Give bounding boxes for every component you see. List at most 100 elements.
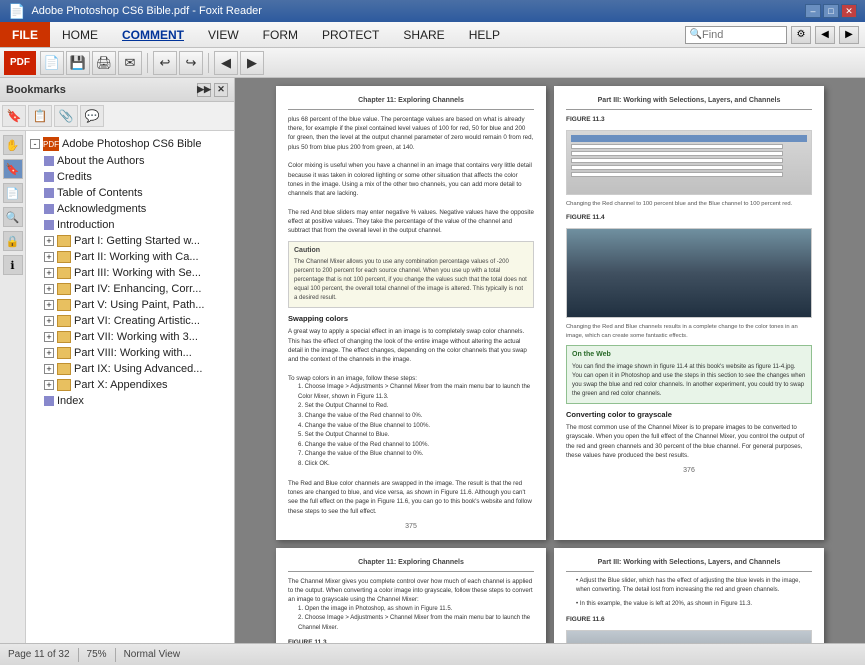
menu-comment[interactable]: COMMENT	[110, 22, 196, 47]
bookmark-expand-4[interactable]: +	[44, 284, 54, 294]
photo-image	[567, 229, 811, 317]
status-bar: Page 11 of 32 75% Normal View	[0, 643, 865, 665]
search-box[interactable]: 🔍	[685, 26, 787, 44]
left-icon-lock[interactable]: 🔒	[3, 231, 23, 251]
bookmark-label-part3: Part III: Working with Se...	[74, 267, 230, 279]
figure-caption-1: Changing the Red channel to 100 percent …	[566, 200, 812, 209]
bookmark-root-item[interactable]: - PDF Adobe Photoshop CS6 Bible	[26, 135, 234, 153]
undo-button[interactable]: ↩	[153, 51, 177, 75]
bookmark-expand-5[interactable]: +	[44, 300, 54, 310]
nav-back-button[interactable]: ◀	[815, 26, 835, 44]
bookmark-label-part4: Part IV: Enhancing, Corr...	[74, 283, 230, 295]
bookmark-part7[interactable]: + Part VII: Working with 3...	[26, 329, 234, 345]
prev-page-button[interactable]: ◀	[214, 51, 238, 75]
menu-view[interactable]: VIEW	[196, 22, 251, 47]
toolbar-separator-1	[147, 53, 148, 73]
bookmark-folder-7	[57, 331, 71, 343]
bookmark-folder-1	[57, 235, 71, 247]
left-icon-page[interactable]: 📄	[3, 183, 23, 203]
sidebar-icon-layers[interactable]: 📋	[28, 105, 52, 127]
bookmark-folder-6	[57, 315, 71, 327]
page-375-chapter-header: Chapter 11: Exploring Channels	[288, 96, 534, 110]
email-button[interactable]: ✉	[118, 51, 142, 75]
bookmark-label-part5: Part V: Using Paint, Path...	[74, 299, 230, 311]
bookmark-expand-10[interactable]: +	[44, 380, 54, 390]
bookmarks-tree: - PDF Adobe Photoshop CS6 Bible About th…	[26, 131, 234, 643]
bookmark-label-part8: Part VIII: Working with...	[74, 347, 230, 359]
bookmark-part10[interactable]: + Part X: Appendixes	[26, 377, 234, 393]
figure-title-1: FIGURE 11.3	[566, 115, 812, 125]
bookmark-index[interactable]: Index	[26, 393, 234, 409]
bookmark-part5[interactable]: + Part V: Using Paint, Path...	[26, 297, 234, 313]
page-375-body: plus 68 percent of the blue value. The p…	[288, 115, 534, 516]
print-button[interactable]: 🖨	[92, 51, 116, 75]
menu-share[interactable]: SHARE	[391, 22, 456, 47]
bookmark-about-authors[interactable]: About the Authors	[26, 153, 234, 169]
bookmark-expand-7[interactable]: +	[44, 332, 54, 342]
bookmark-label-part10: Part X: Appendixes	[74, 379, 230, 391]
steps-conclusion: The Red and Blue color channels are swap…	[288, 479, 534, 516]
search-input[interactable]	[702, 29, 782, 41]
menu-file[interactable]: FILE	[0, 22, 50, 47]
left-icon-hand[interactable]: ✋	[3, 135, 23, 155]
menu-protect[interactable]: PROTECT	[310, 22, 391, 47]
sidebar-icon-attach[interactable]: 📎	[54, 105, 78, 127]
search-settings-button[interactable]: ⚙	[791, 26, 811, 44]
step-4: 4. Change the value of the Blue channel …	[298, 422, 534, 432]
bookmark-expand-3[interactable]: +	[44, 268, 54, 278]
bookmark-part1[interactable]: + Part I: Getting Started w...	[26, 233, 234, 249]
left-icon-info[interactable]: ℹ	[3, 255, 23, 275]
figure-box-1	[566, 130, 812, 195]
bookmark-introduction[interactable]: Introduction	[26, 217, 234, 233]
figure-box-378-1	[566, 630, 812, 643]
redo-button[interactable]: ↪	[179, 51, 203, 75]
nav-forward-button[interactable]: ▶	[839, 26, 859, 44]
dialog-row-2	[571, 151, 783, 156]
menu-home[interactable]: HOME	[50, 22, 110, 47]
page-375-para2: Color mixing is useful when you have a c…	[288, 161, 534, 198]
grayscale-image	[567, 631, 811, 643]
left-icon-search[interactable]: 🔍	[3, 207, 23, 227]
app-icon: 📄	[8, 3, 25, 20]
title-bar-controls[interactable]: – □ ✕	[805, 4, 857, 18]
bookmark-expand-9[interactable]: +	[44, 364, 54, 374]
bookmark-expand-6[interactable]: +	[44, 316, 54, 326]
bookmark-part6[interactable]: + Part VI: Creating Artistic...	[26, 313, 234, 329]
left-icon-bookmark[interactable]: 🔖	[3, 159, 23, 179]
save-button[interactable]: 💾	[66, 51, 90, 75]
bookmark-credits[interactable]: Credits	[26, 169, 234, 185]
bookmark-folder-9	[57, 363, 71, 375]
sidebar-expand-button[interactable]: ▶▶	[197, 83, 211, 97]
figure-title-2: FIGURE 11.4	[566, 213, 812, 223]
new-button[interactable]: 📄	[40, 51, 64, 75]
bookmark-bullet-3	[44, 188, 54, 198]
minimize-button[interactable]: –	[805, 4, 821, 18]
figure-caption-2: Changing the Red and Blue channels resul…	[566, 323, 812, 340]
bookmark-expand-root[interactable]: -	[30, 139, 40, 149]
maximize-button[interactable]: □	[823, 4, 839, 18]
menu-help[interactable]: HELP	[457, 22, 512, 47]
menu-form[interactable]: FORM	[251, 22, 310, 47]
page-376-num: 376	[566, 466, 812, 476]
bookmark-expand-1[interactable]: +	[44, 236, 54, 246]
sidebar-collapse-button[interactable]: ✕	[214, 83, 228, 97]
bookmark-part2[interactable]: + Part II: Working with Ca...	[26, 249, 234, 265]
bookmark-part8[interactable]: + Part VIII: Working with...	[26, 345, 234, 361]
next-page-button[interactable]: ▶	[240, 51, 264, 75]
bookmark-part3[interactable]: + Part III: Working with Se...	[26, 265, 234, 281]
page-375-note: Caution The Channel Mixer allows you to …	[288, 241, 534, 309]
close-button[interactable]: ✕	[841, 4, 857, 18]
bookmark-toc[interactable]: Table of Contents	[26, 185, 234, 201]
content-area[interactable]: Chapter 11: Exploring Channels plus 68 p…	[235, 78, 865, 643]
bookmark-part9[interactable]: + Part IX: Using Advanced...	[26, 361, 234, 377]
bookmark-acknowledgments[interactable]: Acknowledgments	[26, 201, 234, 217]
sidebar-icon-comment[interactable]: 💬	[80, 105, 104, 127]
bookmark-expand-2[interactable]: +	[44, 252, 54, 262]
page-378-body: • Adjust the Blue slider, which has the …	[566, 577, 812, 643]
bookmark-bullet-index	[44, 396, 54, 406]
bookmark-expand-8[interactable]: +	[44, 348, 54, 358]
bookmark-bullet-4	[44, 204, 54, 214]
sidebar-icon-bookmark[interactable]: 🔖	[2, 105, 26, 127]
dialog-header	[571, 135, 807, 142]
bookmark-part4[interactable]: + Part IV: Enhancing, Corr...	[26, 281, 234, 297]
